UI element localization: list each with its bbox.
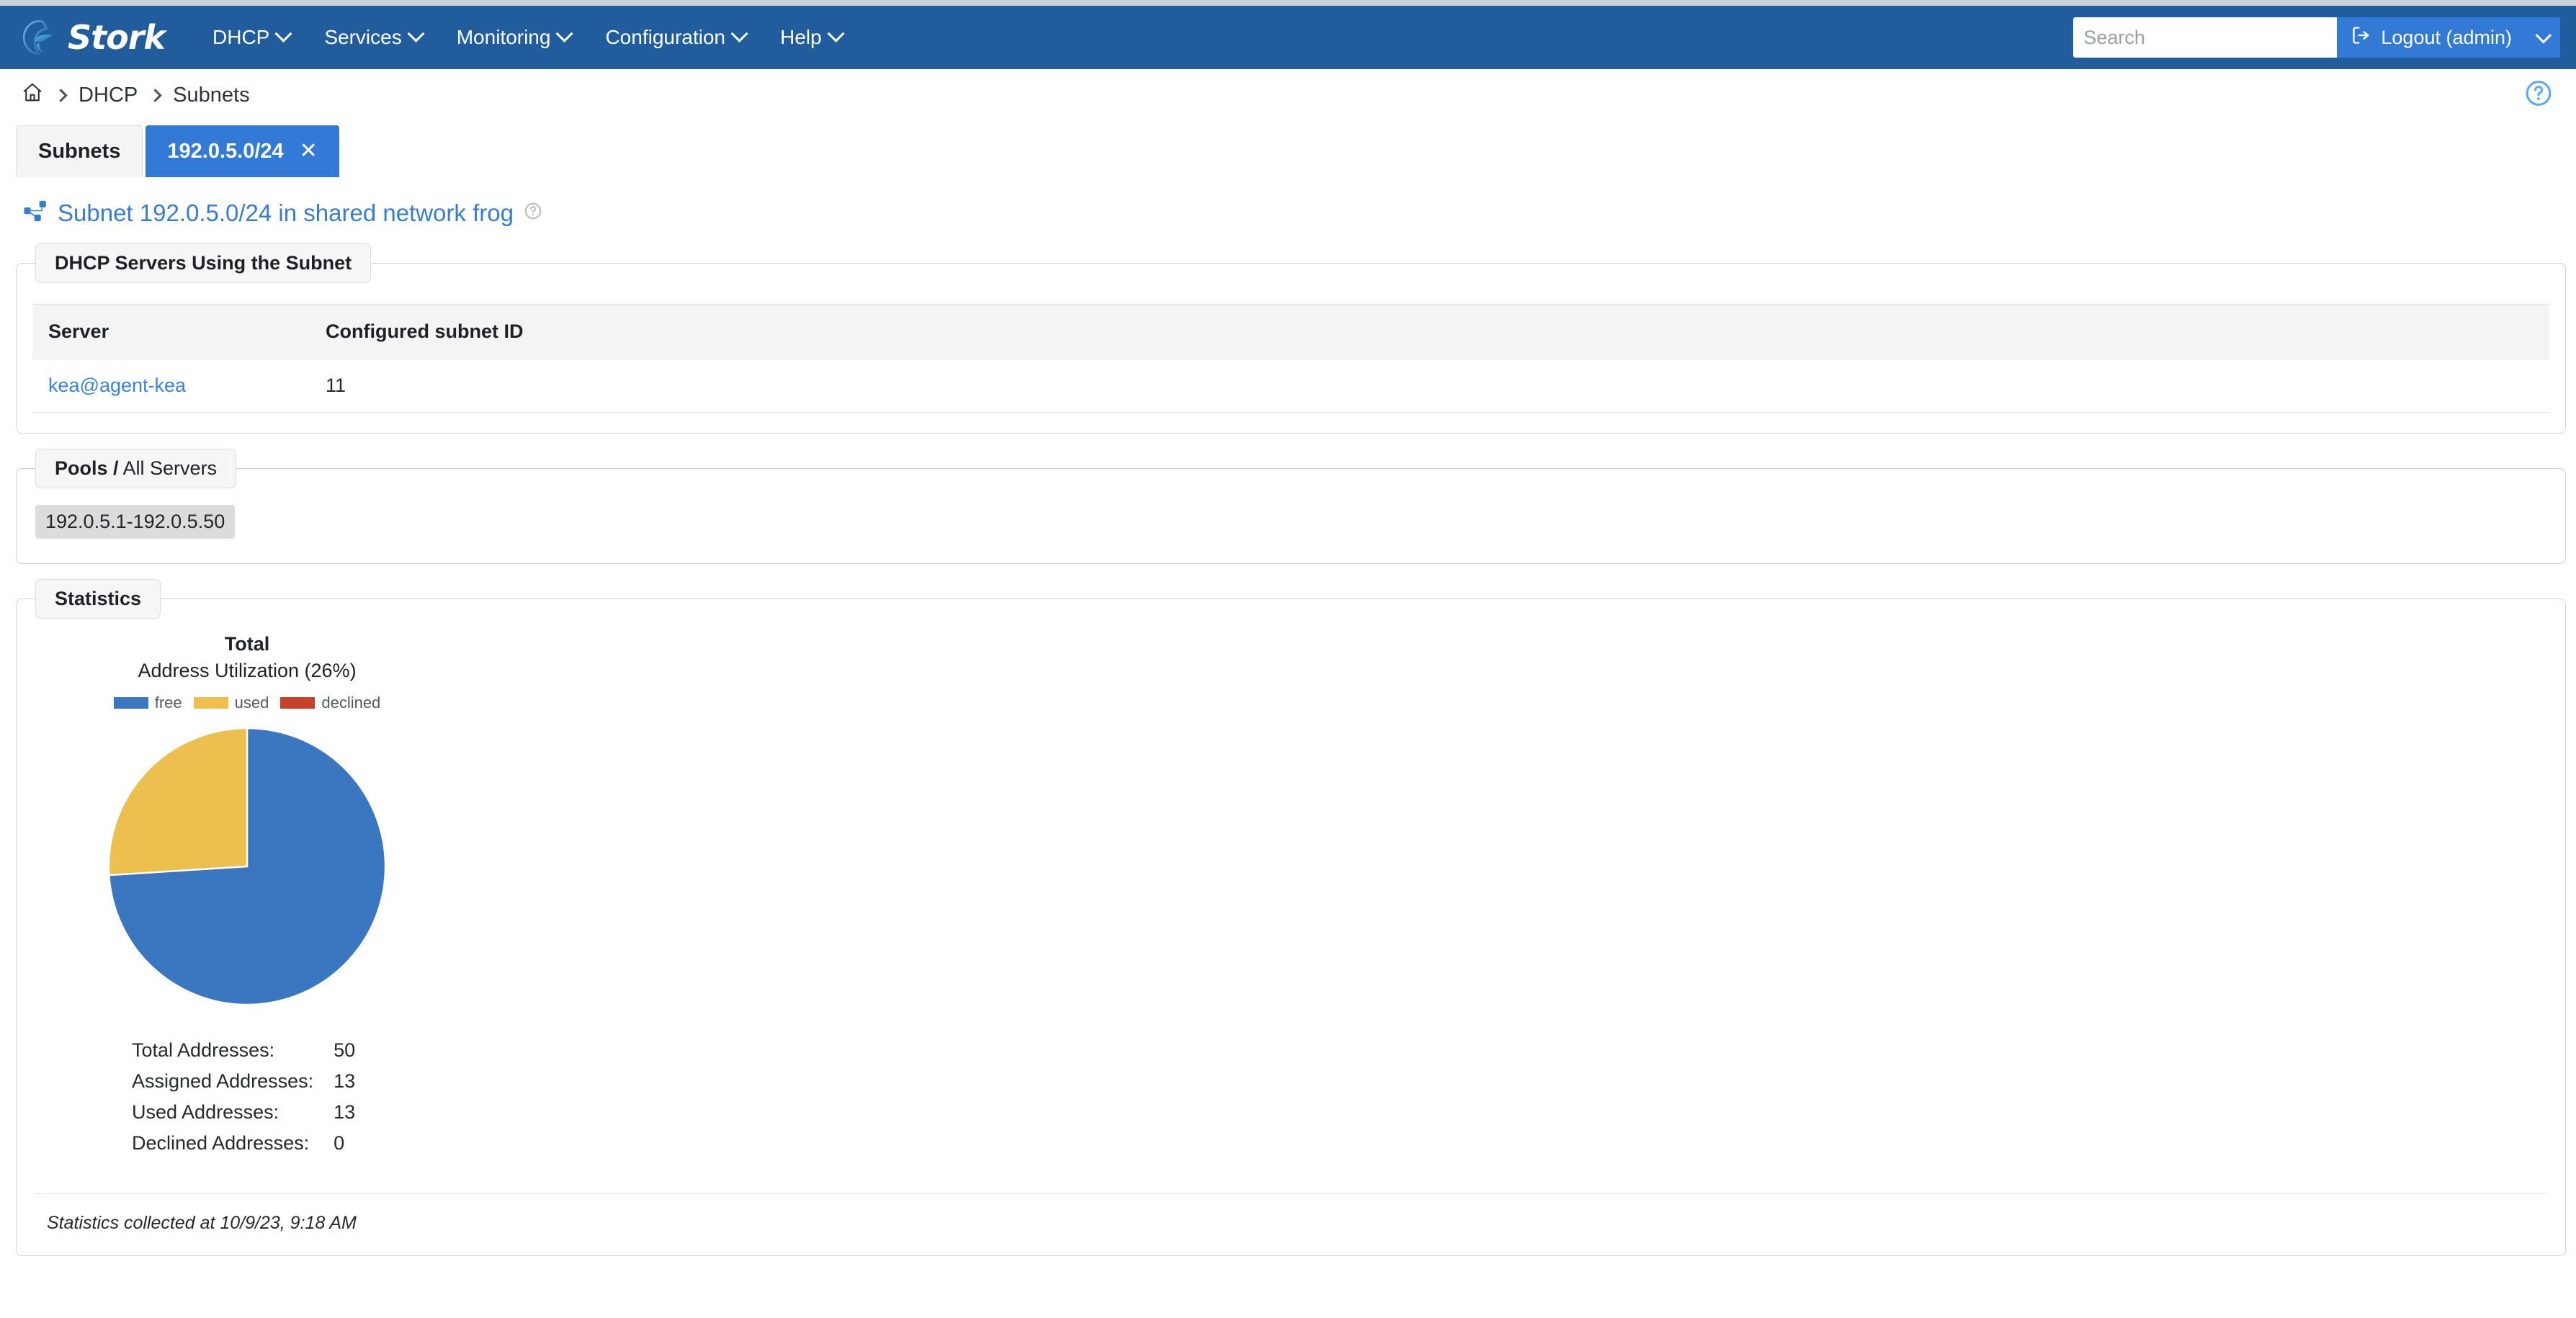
- navbar-menu: DHCP Services Monitoring Configuration H…: [195, 19, 859, 56]
- stat-label: Total Addresses:: [132, 1039, 275, 1061]
- nav-item-services[interactable]: Services: [307, 19, 439, 56]
- breadcrumb: DHCP Subnets: [0, 69, 2576, 121]
- dhcp-servers-panel: DHCP Servers Using the Subnet Server Con…: [16, 243, 2566, 434]
- nav-item-label: DHCP: [213, 26, 270, 48]
- breadcrumb-separator-icon: [148, 88, 162, 102]
- statistics-divider: [35, 1193, 2546, 1194]
- table-header-row: Server Configured subnet ID: [32, 304, 2549, 359]
- search-input[interactable]: [2073, 17, 2338, 58]
- pie-slice-used[interactable]: [107, 727, 249, 876]
- main-navbar: Stork DHCP Services Monitoring Configura…: [0, 6, 2576, 69]
- nav-item-help[interactable]: Help: [763, 19, 859, 56]
- table-body: kea@agent-kea 11: [32, 359, 2549, 413]
- legend-swatch-declined: [280, 696, 316, 709]
- statistics-collected-at: Statistics collected at 10/9/23, 9:18 AM: [47, 1212, 357, 1233]
- legend-entry-free[interactable]: free: [113, 693, 182, 712]
- server-link[interactable]: kea@agent-kea: [48, 375, 186, 396]
- chevron-down-icon: [407, 24, 425, 42]
- chevron-down-icon: [555, 24, 573, 42]
- window-top-strip: [0, 0, 2576, 6]
- subnet-sitemap-icon: [23, 199, 48, 227]
- nav-item-dhcp[interactable]: DHCP: [195, 19, 307, 56]
- page-title: Subnet 192.0.5.0/24 in shared network fr…: [58, 199, 514, 226]
- breadcrumb-item-subnets[interactable]: Subnets: [173, 84, 249, 107]
- chart-subtitle: Address Utilization (26%): [138, 659, 357, 681]
- help-circle-icon[interactable]: [524, 202, 542, 224]
- legend-swatch-free: [113, 696, 148, 709]
- nav-item-label: Services: [324, 26, 402, 48]
- chart-legend: free used declined: [60, 694, 434, 712]
- close-icon[interactable]: ✕: [300, 140, 318, 162]
- legend-label-free: free: [154, 693, 182, 712]
- legend-entry-used[interactable]: used: [193, 693, 269, 712]
- statistics-list: Total Addresses: 50 Assigned Addresses: …: [132, 1035, 355, 1159]
- sign-out-icon: [2351, 25, 2371, 50]
- nav-item-configuration[interactable]: Configuration: [588, 19, 763, 56]
- nav-item-label: Monitoring: [456, 26, 551, 48]
- chevron-down-icon: [730, 24, 748, 42]
- tab-192-0-5-0-24[interactable]: 192.0.5.0/24 ✕: [146, 125, 339, 177]
- cell-server: kea@agent-kea: [32, 359, 310, 413]
- stat-value: 13: [334, 1100, 356, 1123]
- logout-label: Logout (admin): [2381, 26, 2512, 48]
- help-circle-icon[interactable]: [2524, 79, 2553, 112]
- dhcp-servers-table: Server Configured subnet ID kea@agent-ke…: [32, 304, 2549, 413]
- column-header-subnet-id: Configured subnet ID: [310, 304, 2549, 359]
- breadcrumb-list: DHCP Subnets: [22, 81, 250, 109]
- panel-legend: Pools / All Servers: [35, 449, 237, 488]
- pool-range-chip: 192.0.5.1-192.0.5.50: [35, 505, 236, 539]
- legend-label-used: used: [234, 693, 269, 712]
- address-utilization-chart: Total Address Utilization (26%) free use…: [60, 632, 434, 1159]
- legend-swatch-used: [193, 696, 228, 709]
- chevron-down-icon: [274, 24, 292, 42]
- chevron-down-icon: [2535, 27, 2552, 44]
- breadcrumb-item-dhcp[interactable]: DHCP: [79, 84, 138, 107]
- list-item: Declined Addresses: 0: [132, 1128, 355, 1159]
- cell-subnet-id: 11: [310, 359, 2549, 413]
- logout-button[interactable]: Logout (admin): [2337, 17, 2560, 58]
- pie-chart-wrapper: [60, 722, 434, 1010]
- nav-item-label: Configuration: [605, 26, 726, 48]
- statistics-panel: Statistics Total Address Utilization (26…: [16, 579, 2566, 1256]
- brand-home-link[interactable]: Stork: [20, 17, 166, 58]
- pools-panel: Pools / All Servers 192.0.5.1-192.0.5.50: [16, 449, 2566, 564]
- tab-label: 192.0.5.0/24: [167, 139, 284, 163]
- stat-value: 0: [334, 1131, 345, 1154]
- nav-item-label: Help: [780, 26, 822, 48]
- list-item: Assigned Addresses: 13: [132, 1066, 355, 1097]
- tab-label: Subnets: [38, 140, 121, 163]
- pools-legend-bold: Pools /: [55, 457, 119, 479]
- stat-value: 13: [334, 1070, 356, 1092]
- page-title-row: Subnet 192.0.5.0/24 in shared network fr…: [0, 177, 2576, 238]
- pie-chart[interactable]: [103, 722, 391, 1010]
- list-item: Total Addresses: 50: [132, 1035, 355, 1066]
- pools-legend-scope: All Servers: [118, 457, 218, 479]
- panel-legend: DHCP Servers Using the Subnet: [35, 243, 372, 283]
- brand-name: Stork: [68, 18, 166, 57]
- breadcrumb-home-link[interactable]: [22, 81, 43, 109]
- stat-label: Assigned Addresses:: [132, 1070, 314, 1092]
- stat-label: Declined Addresses:: [132, 1131, 310, 1154]
- stat-label: Used Addresses:: [132, 1100, 279, 1123]
- home-icon: [22, 81, 43, 109]
- statistics-body: Total Address Utilization (26%) free use…: [17, 599, 2565, 1234]
- nav-item-monitoring[interactable]: Monitoring: [439, 19, 589, 56]
- stat-value: 50: [334, 1039, 356, 1061]
- panel-legend: Statistics: [35, 579, 161, 619]
- chart-title: Total: [224, 633, 270, 655]
- tab-subnets[interactable]: Subnets: [16, 125, 143, 177]
- breadcrumb-separator-icon: [54, 88, 68, 102]
- legend-label-declined: declined: [321, 693, 381, 712]
- list-item: Used Addresses: 13: [132, 1097, 355, 1128]
- tab-bar: Subnets 192.0.5.0/24 ✕: [0, 121, 2576, 177]
- stork-bird-logo-icon: [20, 17, 61, 58]
- chevron-down-icon: [827, 24, 845, 42]
- pools-panel-body: 192.0.5.1-192.0.5.50: [17, 469, 2565, 539]
- column-header-server: Server: [32, 304, 310, 359]
- table-row: kea@agent-kea 11: [32, 359, 2549, 413]
- table-header: Server Configured subnet ID: [32, 304, 2549, 359]
- legend-entry-declined[interactable]: declined: [280, 694, 380, 712]
- navbar-right-controls: Logout (admin): [2073, 17, 2560, 58]
